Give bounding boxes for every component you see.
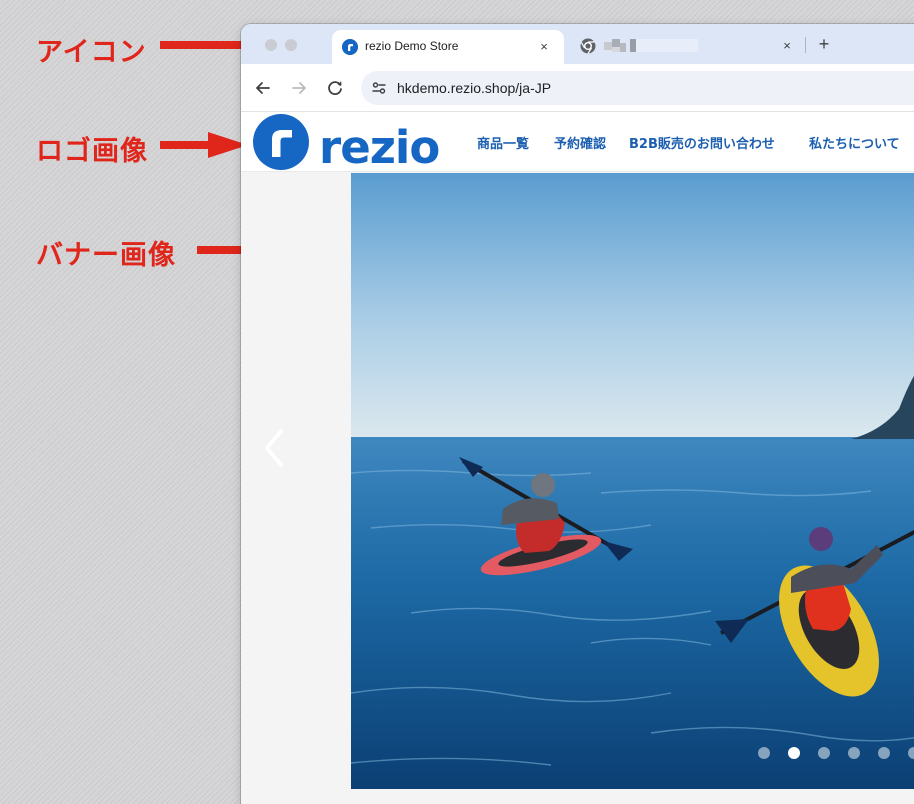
annotation-arrow-icon xyxy=(160,132,248,158)
nav-about-us[interactable]: 私たちについて xyxy=(809,133,900,152)
carousel-dot-4[interactable] xyxy=(848,747,860,759)
carousel-dot-3[interactable] xyxy=(818,747,830,759)
tab-separator xyxy=(805,37,806,53)
tab-rezio-demo-store[interactable]: rezio Demo Store × xyxy=(332,30,564,64)
carousel-dot-1[interactable] xyxy=(758,747,770,759)
tab-close-button[interactable]: × xyxy=(777,36,797,56)
address-bar[interactable]: hkdemo.rezio.shop/ja-JP xyxy=(361,71,914,105)
site-header: rezio 商品一覧 予約確認 B2B販売のお問い合わせ 私たちについて xyxy=(241,112,914,172)
annotation-icon-label: アイコン xyxy=(36,37,147,68)
new-tab-button[interactable]: + xyxy=(813,33,835,55)
chrome-icon xyxy=(580,38,596,54)
tab-title: rezio Demo Store xyxy=(365,39,459,53)
nav-products[interactable]: 商品一覧 xyxy=(477,133,529,152)
carousel-prev-chevron-icon[interactable] xyxy=(259,427,289,469)
carousel-dot-6[interactable] xyxy=(908,747,914,759)
back-arrow-icon[interactable] xyxy=(251,76,275,100)
tab-close-button[interactable]: × xyxy=(534,37,554,57)
logo-text: rezio xyxy=(319,121,439,172)
page-body xyxy=(241,172,914,804)
carousel-dot-5[interactable] xyxy=(878,747,890,759)
window-minimize-control[interactable] xyxy=(285,39,297,51)
nav-reservation-check[interactable]: 予約確認 xyxy=(554,133,606,152)
tab-inactive[interactable]: × xyxy=(570,30,800,62)
tab-strip: rezio Demo Store × × + xyxy=(241,24,914,64)
rezio-logo[interactable]: rezio xyxy=(253,112,449,172)
banner-kayak-photo xyxy=(351,173,914,789)
forward-arrow-icon[interactable] xyxy=(287,76,311,100)
reload-icon[interactable] xyxy=(323,76,347,100)
banner-image xyxy=(351,173,914,789)
window-close-control[interactable] xyxy=(265,39,277,51)
browser-toolbar: hkdemo.rezio.shop/ja-JP xyxy=(241,64,914,112)
browser-window: rezio Demo Store × × + hkdemo.rezio.shop… xyxy=(241,24,914,804)
site-settings-icon[interactable] xyxy=(371,80,387,96)
nav-b2b-inquiry[interactable]: B2B販売のお問い合わせ xyxy=(629,133,775,152)
annotation-banner-label: バナー画像 xyxy=(36,240,176,271)
annotation-logo-label: ロゴ画像 xyxy=(36,136,148,167)
url-text[interactable]: hkdemo.rezio.shop/ja-JP xyxy=(397,80,551,96)
rezio-favicon-icon xyxy=(342,39,358,55)
carousel-dot-2[interactable] xyxy=(788,747,800,759)
